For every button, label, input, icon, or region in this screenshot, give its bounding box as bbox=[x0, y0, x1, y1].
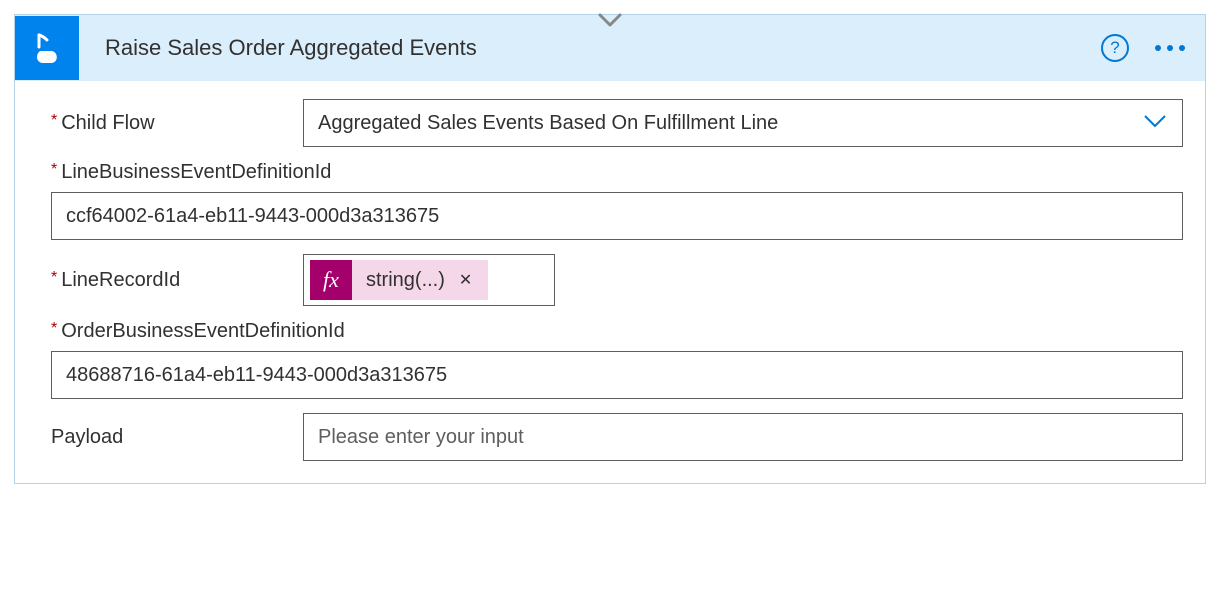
required-indicator: * bbox=[51, 161, 57, 178]
payload-label: Payload bbox=[51, 426, 303, 449]
payload-input[interactable]: Please enter your input bbox=[303, 413, 1183, 461]
line-business-event-def-id-input[interactable]: ccf64002-61a4-eb11-9443-000d3a313675 bbox=[51, 192, 1183, 240]
action-card-body: *Child Flow Aggregated Sales Events Base… bbox=[15, 81, 1205, 483]
action-connector-icon bbox=[15, 16, 79, 80]
expression-chip[interactable]: string(...) ✕ bbox=[352, 260, 488, 300]
line-business-event-def-id-label: *LineBusinessEventDefinitionId bbox=[51, 161, 1183, 184]
field-line-record-id: *LineRecordId fx string(...) ✕ bbox=[51, 254, 1183, 306]
child-flow-label: *Child Flow bbox=[51, 112, 303, 135]
order-business-event-def-id-input[interactable]: 48688716-61a4-eb11-9443-000d3a313675 bbox=[51, 351, 1183, 399]
help-icon[interactable]: ? bbox=[1101, 34, 1129, 62]
line-record-id-input[interactable]: fx string(...) ✕ bbox=[303, 254, 555, 306]
more-dot-icon bbox=[1179, 45, 1185, 51]
chevron-down-icon bbox=[1142, 113, 1168, 134]
action-card: Raise Sales Order Aggregated Events ? *C… bbox=[14, 14, 1206, 484]
fx-icon: fx bbox=[310, 260, 352, 300]
action-title: Raise Sales Order Aggregated Events bbox=[79, 35, 1101, 61]
more-menu-button[interactable] bbox=[1153, 41, 1187, 55]
field-child-flow: *Child Flow Aggregated Sales Events Base… bbox=[51, 99, 1183, 147]
field-payload: Payload Please enter your input bbox=[51, 413, 1183, 461]
order-business-event-def-id-label: *OrderBusinessEventDefinitionId bbox=[51, 320, 1183, 343]
close-icon[interactable]: ✕ bbox=[455, 270, 476, 290]
expression-text: string(...) bbox=[366, 269, 445, 292]
field-order-business-event-def-id: *OrderBusinessEventDefinitionId 48688716… bbox=[51, 320, 1183, 399]
required-indicator: * bbox=[51, 269, 57, 286]
more-dot-icon bbox=[1155, 45, 1161, 51]
more-dot-icon bbox=[1167, 45, 1173, 51]
field-line-business-event-def-id: *LineBusinessEventDefinitionId ccf64002-… bbox=[51, 161, 1183, 240]
line-record-id-label: *LineRecordId bbox=[51, 269, 303, 292]
child-flow-value: Aggregated Sales Events Based On Fulfill… bbox=[318, 112, 1142, 135]
flow-connector-arrow bbox=[597, 12, 623, 35]
child-flow-dropdown[interactable]: Aggregated Sales Events Based On Fulfill… bbox=[303, 99, 1183, 147]
required-indicator: * bbox=[51, 112, 57, 129]
required-indicator: * bbox=[51, 320, 57, 337]
